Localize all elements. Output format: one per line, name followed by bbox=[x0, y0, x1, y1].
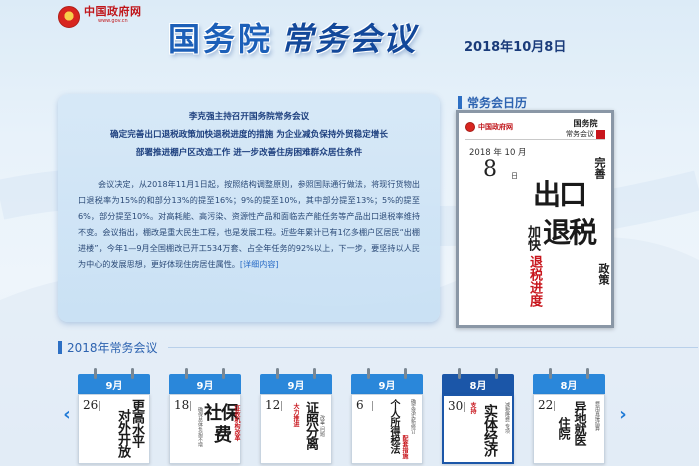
summary-heading: 李克强主持召开国务院常务会议 确定完善出口退税政策加快退税进度的措施 为企业减负… bbox=[78, 108, 420, 162]
red-seal-icon bbox=[596, 129, 605, 139]
divider bbox=[99, 401, 100, 411]
prev-arrow-icon[interactable]: ‹ bbox=[60, 404, 74, 426]
divider bbox=[372, 401, 373, 411]
divider bbox=[168, 347, 698, 348]
meeting-summary-panel: 李克强主持召开国务院常务会议 确定完善出口退税政策加快退税进度的措施 为企业减负… bbox=[58, 94, 440, 322]
calendar-site-name: 中国政府网 bbox=[478, 123, 513, 131]
meetings-section-title: 2018年常务会议 bbox=[58, 339, 158, 356]
page-title-part1: 国务院 bbox=[168, 20, 274, 58]
meeting-card-day: 30 bbox=[448, 399, 464, 413]
meeting-card-day: 12 bbox=[265, 398, 281, 412]
meeting-card[interactable]: 9月 6 个人所得税法 确定落实新修订 配套措施 bbox=[351, 366, 423, 464]
meeting-card[interactable]: 9月 26 更高水平 对外开放 bbox=[78, 366, 150, 464]
meeting-card-sheet: 12 证照分离 大力推进 改革 问题 bbox=[260, 394, 332, 464]
meeting-card-sheet: 26 更高水平 对外开放 bbox=[78, 394, 150, 464]
binder-ring-icon bbox=[94, 368, 97, 379]
meeting-card-subtext: 改革 问题 bbox=[319, 415, 325, 437]
meeting-card-calligraphy: 异地就医 bbox=[573, 401, 587, 445]
summary-heading-line: 确定完善出口退税政策加快退税进度的措施 为企业减负保持外贸稳定增长 bbox=[110, 130, 388, 140]
meeting-card-highlight: 大力推进 bbox=[292, 403, 299, 427]
national-emblem-icon bbox=[58, 6, 80, 28]
calendar-year-month: 2018 年 10 月 bbox=[469, 148, 527, 158]
next-arrow-icon[interactable]: › bbox=[616, 404, 630, 426]
summary-body-text: 会议决定，从2018年11月1日起，按照结构调整原则，参照国际通行做法，将现行货… bbox=[78, 179, 420, 269]
calendar-section-title: 常务会日历 bbox=[458, 94, 527, 111]
calendar-calligraphy-jiakuai: 加快 bbox=[525, 225, 540, 251]
page-header: 中国政府网 www.gov.cn 国务院 常务会议 2018年10月8日 bbox=[0, 0, 699, 82]
divider bbox=[190, 401, 191, 411]
header-date: 2018年10月8日 bbox=[464, 40, 567, 55]
meeting-card-sheet: 30 实体经济 支持 减税降费 专项 bbox=[442, 394, 514, 464]
calendar-title: 常务会日历 bbox=[467, 96, 528, 110]
meeting-card-subtext: 费用直接结算 bbox=[594, 401, 600, 431]
calendar-site-logo: 中国政府网 bbox=[465, 122, 513, 132]
divider bbox=[281, 401, 282, 411]
site-name: 中国政府网 bbox=[84, 5, 142, 18]
meeting-card-sheet: 6 个人所得税法 确定落实新修订 配套措施 bbox=[351, 394, 423, 464]
calendar-day: 8 bbox=[483, 157, 497, 182]
site-logo[interactable]: 中国政府网 www.gov.cn bbox=[58, 6, 142, 28]
binder-ring-icon bbox=[586, 368, 589, 379]
binder-ring-icon bbox=[367, 368, 370, 379]
meeting-card-calligraphy: 个人所得税法 bbox=[388, 399, 399, 453]
calendar-calligraphy-main2: 退税 bbox=[543, 216, 597, 249]
binder-ring-icon bbox=[185, 368, 188, 379]
binder-ring-icon bbox=[404, 368, 407, 379]
meeting-card-subtext: 确定落实新修订 bbox=[410, 399, 416, 434]
binder-ring-icon bbox=[458, 368, 461, 379]
meeting-card-active[interactable]: 8月 30 实体经济 支持 减税降费 专项 bbox=[442, 366, 514, 464]
meeting-card-highlight: 征收机构改革 bbox=[233, 405, 240, 441]
meeting-card-calligraphy: 住院 bbox=[557, 417, 571, 439]
site-url: www.gov.cn bbox=[98, 18, 128, 24]
meeting-card[interactable]: 9月 18 社保 费 确保总体负担不增 征收机构改革 bbox=[169, 366, 241, 464]
calendar-calligraphy-zhengce: 政策 bbox=[597, 263, 610, 285]
divider bbox=[465, 139, 605, 140]
meeting-card-calligraphy: 实体经济 bbox=[482, 404, 498, 456]
binder-ring-icon bbox=[222, 368, 225, 379]
meeting-card-subtext: 确保总体负担不增 bbox=[197, 407, 203, 447]
summary-heading-line: 李克强主持召开国务院常务会议 bbox=[188, 112, 310, 122]
meeting-card-calligraphy: 费 bbox=[214, 425, 232, 446]
meeting-card-highlight: 配套措施 bbox=[401, 435, 408, 459]
meeting-card-day: 6 bbox=[356, 398, 364, 412]
meetings-title: 2018年常务会议 bbox=[67, 341, 158, 355]
meeting-card-highlight: 支持 bbox=[469, 402, 476, 414]
summary-body: 会议决定，从2018年11月1日起，按照结构调整原则，参照国际通行做法，将现行货… bbox=[78, 176, 420, 272]
divider bbox=[554, 401, 555, 411]
calendar-brand: 国务院 常务会议 bbox=[566, 118, 605, 139]
details-link[interactable]: [详细内容] bbox=[240, 259, 279, 269]
national-emblem-icon bbox=[465, 122, 475, 132]
meeting-card-sheet: 18 社保 费 确保总体负担不增 征收机构改革 bbox=[169, 394, 241, 464]
divider bbox=[464, 402, 465, 412]
calendar-brand-line1: 国务院 bbox=[573, 118, 598, 128]
binder-ring-icon bbox=[495, 368, 498, 379]
calendar-card[interactable]: 中国政府网 国务院 常务会议 2018 年 10 月 8 日 完善 出口 退税 … bbox=[456, 110, 614, 328]
binder-ring-icon bbox=[276, 368, 279, 379]
meeting-card-day: 22 bbox=[538, 398, 554, 412]
meeting-card[interactable]: 8月 22 异地就医 住院 费用直接结算 bbox=[533, 366, 605, 464]
calendar-brand-line2: 常务会议 bbox=[566, 130, 594, 138]
title-accent-bar bbox=[58, 341, 62, 354]
calendar-day-unit: 日 bbox=[511, 172, 518, 180]
meeting-card-calligraphy: 对外开放 bbox=[115, 409, 130, 457]
meeting-card-sheet: 22 异地就医 住院 费用直接结算 bbox=[533, 394, 605, 464]
calendar-calligraphy-wanshan: 完善 bbox=[593, 157, 606, 179]
page-title: 国务院 常务会议 bbox=[168, 14, 417, 60]
binder-ring-icon bbox=[313, 368, 316, 379]
binder-ring-icon bbox=[131, 368, 134, 379]
binder-ring-icon bbox=[549, 368, 552, 379]
meeting-card-day: 26 bbox=[83, 398, 99, 412]
meeting-card-calligraphy: 证照分离 bbox=[303, 401, 318, 449]
title-accent-bar bbox=[458, 96, 462, 109]
calendar-calligraphy-main1: 出口 bbox=[533, 178, 587, 211]
meeting-card-day: 18 bbox=[174, 398, 190, 412]
summary-heading-line: 部署推进棚户区改造工作 进一步改善住房困难群众居住条件 bbox=[135, 148, 363, 158]
meeting-card-subtext: 减税降费 专项 bbox=[504, 402, 510, 434]
page-title-part2: 常务会议 bbox=[281, 20, 418, 58]
meeting-card[interactable]: 9月 12 证照分离 大力推进 改革 问题 bbox=[260, 366, 332, 464]
calendar-calligraphy-red: 退税进度 bbox=[527, 255, 542, 307]
